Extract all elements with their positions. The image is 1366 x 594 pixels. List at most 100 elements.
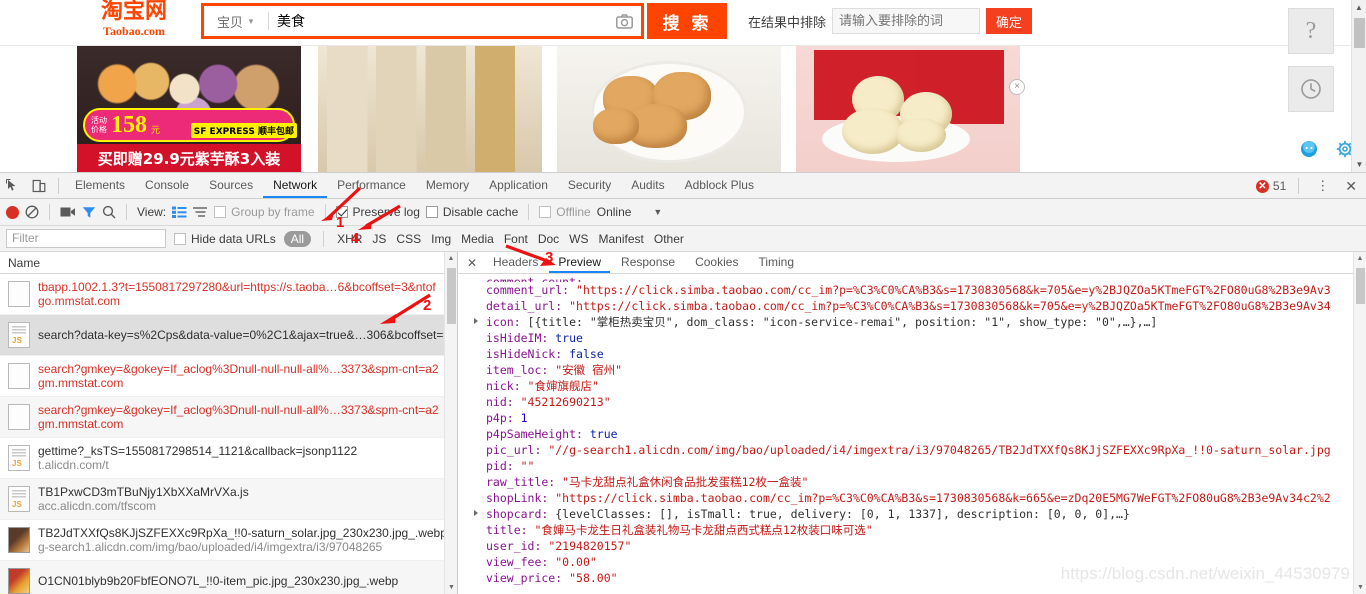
- search-category-select[interactable]: 宝贝 ▼: [204, 6, 268, 36]
- tab-application[interactable]: Application: [479, 173, 558, 198]
- tab-performance[interactable]: Performance: [327, 173, 416, 198]
- filter-type-ws[interactable]: WS: [568, 232, 589, 246]
- tab-network[interactable]: Network: [263, 173, 327, 198]
- tab-memory[interactable]: Memory: [416, 173, 479, 198]
- offline-group[interactable]: Offline: [539, 205, 591, 219]
- request-domain: g-search1.alicdn.com/img/bao/uploaded/i4…: [38, 540, 383, 554]
- close-icon[interactable]: ×: [1009, 79, 1025, 95]
- record-button[interactable]: [6, 205, 19, 219]
- close-devtools-icon[interactable]: ✕: [1340, 178, 1362, 195]
- filter-input[interactable]: Filter: [6, 229, 166, 248]
- table-row[interactable]: search?gmkey=&gokey=If_aclog%3Dnull-null…: [0, 356, 457, 397]
- filter-type-media[interactable]: Media: [460, 232, 495, 246]
- product-card[interactable]: [557, 46, 781, 172]
- tab-adblock-plus[interactable]: Adblock Plus: [675, 173, 764, 198]
- detail-tab-response[interactable]: Response: [612, 252, 684, 273]
- scroll-up-icon[interactable]: ▲: [1352, 0, 1366, 15]
- product-card[interactable]: [796, 46, 1020, 172]
- taobao-logo[interactable]: 淘宝网 Taobao.com: [82, 1, 186, 38]
- scroll-up-icon[interactable]: ▲: [1354, 252, 1366, 265]
- preserve-log-group[interactable]: Preserve log: [335, 205, 420, 219]
- capture-screenshots-icon[interactable]: [60, 206, 76, 218]
- exclude-input[interactable]: [832, 8, 981, 34]
- disable-cache-group[interactable]: Disable cache: [425, 205, 519, 219]
- taobao-logo-en: Taobao.com: [103, 24, 165, 38]
- page-scrollbar[interactable]: ▲ ▼: [1351, 0, 1366, 172]
- scrollbar-thumb[interactable]: [1354, 18, 1365, 48]
- clear-icon[interactable]: [25, 205, 39, 219]
- help-button[interactable]: ?: [1288, 8, 1334, 54]
- search-button[interactable]: 搜 索: [647, 3, 727, 39]
- table-row[interactable]: TB1PxwCD3mTBuNjy1XbXXaMrVXa.jsacc.alicdn…: [0, 479, 457, 520]
- filter-type-js[interactable]: JS: [371, 232, 387, 246]
- offline-checkbox[interactable]: [539, 206, 552, 218]
- table-row[interactable]: search?gmkey=&gokey=If_aclog%3Dnull-null…: [0, 397, 457, 438]
- view-list-icon[interactable]: [172, 206, 187, 218]
- js-icon: [8, 445, 30, 471]
- hide-data-urls-checkbox[interactable]: [174, 232, 186, 245]
- image-icon: [8, 527, 30, 553]
- scrollbar-thumb[interactable]: [447, 268, 456, 324]
- view-label: View:: [137, 205, 167, 219]
- filter-type-font[interactable]: Font: [503, 232, 529, 246]
- smiley-icon[interactable]: [1300, 140, 1318, 158]
- group-by-frame-group[interactable]: Group by frame: [214, 205, 315, 219]
- preview-line: raw_title: "马卡龙甜点礼盒休闲食品批发蛋糕12枚一盒装": [460, 474, 1366, 490]
- disable-cache-checkbox[interactable]: [425, 206, 438, 218]
- product-card[interactable]: [318, 46, 542, 172]
- filter-type-manifest[interactable]: Manifest: [598, 232, 645, 246]
- document-icon: [8, 404, 30, 430]
- hide-data-urls-group[interactable]: Hide data URLs: [174, 232, 276, 246]
- toggle-device-toolbar-icon[interactable]: [26, 174, 52, 198]
- expand-triangle-icon[interactable]: [474, 510, 478, 516]
- history-button[interactable]: [1288, 66, 1334, 112]
- close-detail-icon[interactable]: ✕: [462, 256, 482, 270]
- detail-tab-headers[interactable]: Headers: [484, 252, 547, 273]
- table-row[interactable]: O1CN01blyb9b20FbfEONO7L_!!0-item_pic.jpg…: [0, 561, 457, 594]
- tab-audits[interactable]: Audits: [621, 173, 674, 198]
- group-by-frame-checkbox[interactable]: [214, 206, 227, 218]
- scroll-down-icon[interactable]: ▼: [1352, 157, 1366, 172]
- request-domain: go.mmstat.com: [38, 294, 121, 308]
- detail-tab-cookies[interactable]: Cookies: [686, 252, 747, 273]
- filter-type-img[interactable]: Img: [430, 232, 452, 246]
- table-row[interactable]: gettime?_ksTS=1550817298514_1121&callbac…: [0, 438, 457, 479]
- filter-type-all[interactable]: All: [283, 230, 312, 247]
- confirm-button[interactable]: 确定: [986, 8, 1033, 34]
- scroll-down-icon[interactable]: ▼: [1354, 581, 1366, 594]
- disable-cache-label: Disable cache: [442, 205, 519, 219]
- tab-console[interactable]: Console: [135, 173, 199, 198]
- table-row[interactable]: tbapp.1002.1.3?t=1550817297280&url=https…: [0, 274, 457, 315]
- filter-type-other[interactable]: Other: [653, 232, 685, 246]
- preserve-log-checkbox[interactable]: [335, 206, 348, 218]
- product-card[interactable]: 活动 价格 158 元 SF EXPRESS 顺丰包邮 买即赠29.9元紫芋酥3…: [77, 46, 301, 172]
- error-count-badge[interactable]: ✕ 51: [1255, 179, 1286, 193]
- throttling-chevron-down-icon[interactable]: ▼: [653, 207, 662, 217]
- preview-scrollbar[interactable]: ▲ ▼: [1353, 252, 1366, 594]
- table-row[interactable]: search?data-key=s%2Cps&data-value=0%2C1&…: [0, 315, 457, 356]
- inspect-element-icon[interactable]: [0, 174, 26, 198]
- filter-icon[interactable]: [82, 206, 96, 219]
- detail-tab-preview[interactable]: Preview: [549, 252, 610, 273]
- scrollbar-thumb[interactable]: [1356, 268, 1365, 304]
- filter-type-doc[interactable]: Doc: [537, 232, 560, 246]
- scroll-up-icon[interactable]: ▲: [445, 252, 457, 265]
- camera-search-icon[interactable]: [607, 6, 641, 36]
- search-icon[interactable]: [102, 205, 116, 219]
- request-list-header: Name: [0, 252, 457, 274]
- tab-security[interactable]: Security: [558, 173, 621, 198]
- detail-tab-timing[interactable]: Timing: [749, 252, 803, 273]
- tab-elements[interactable]: Elements: [65, 173, 135, 198]
- expand-triangle-icon[interactable]: [474, 318, 478, 324]
- more-options-icon[interactable]: ⋮: [1311, 178, 1334, 194]
- request-list-scrollbar[interactable]: ▲ ▼: [444, 252, 457, 594]
- table-row[interactable]: TB2JdTXXfQs8KJjSZFEXXc9RpXa_!!0-saturn_s…: [0, 520, 457, 561]
- scroll-down-icon[interactable]: ▼: [445, 581, 458, 594]
- throttling-value[interactable]: Online: [597, 205, 632, 219]
- view-waterfall-icon[interactable]: [193, 206, 208, 218]
- tab-sources[interactable]: Sources: [199, 173, 263, 198]
- search-input[interactable]: [269, 6, 607, 36]
- preview-line: pid: "": [460, 458, 1366, 474]
- filter-type-xhr[interactable]: XHR: [336, 232, 363, 246]
- filter-type-css[interactable]: CSS: [395, 232, 422, 246]
